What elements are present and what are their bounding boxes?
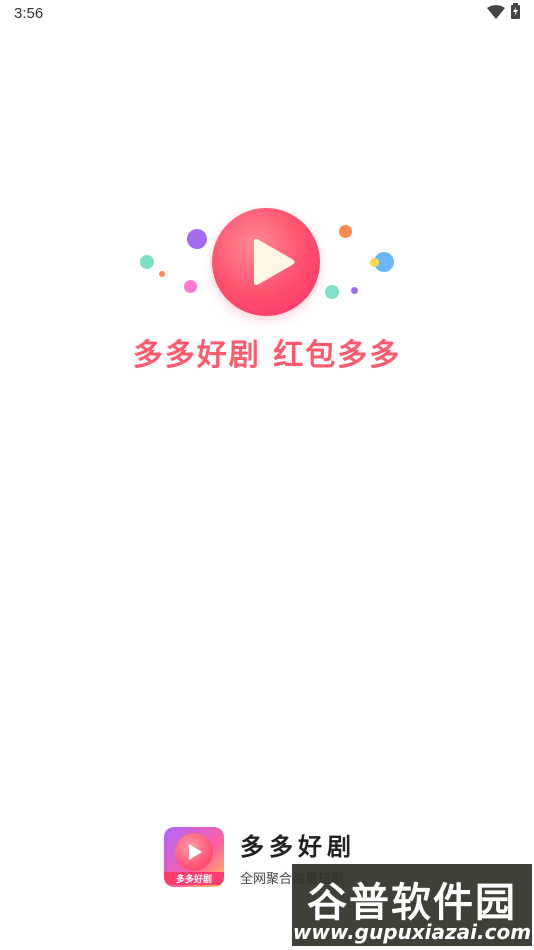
- decor-dot: [187, 229, 207, 249]
- decor-dot: [339, 225, 352, 238]
- decor-dot: [370, 258, 379, 267]
- app-name: 多多好剧: [240, 833, 356, 861]
- decor-dot: [140, 255, 154, 269]
- app-logo: [212, 208, 320, 316]
- play-icon: [189, 844, 202, 860]
- splash-screen: 多多好剧 红包多多: [0, 0, 534, 950]
- slogan: 多多好剧 红包多多: [132, 338, 402, 373]
- decor-dot: [159, 271, 165, 277]
- decor-dot: [184, 280, 197, 293]
- play-icon: [246, 236, 298, 292]
- app-icon-play-circle: [175, 833, 213, 871]
- app-icon: 多多好剧: [164, 827, 224, 887]
- decor-dot: [325, 285, 339, 299]
- watermark-url: www.gupuxiazai.com: [292, 920, 532, 944]
- watermark: 谷普软件园 www.gupuxiazai.com: [292, 864, 532, 946]
- decor-dot: [351, 287, 358, 294]
- app-icon-label: 多多好剧: [164, 872, 224, 885]
